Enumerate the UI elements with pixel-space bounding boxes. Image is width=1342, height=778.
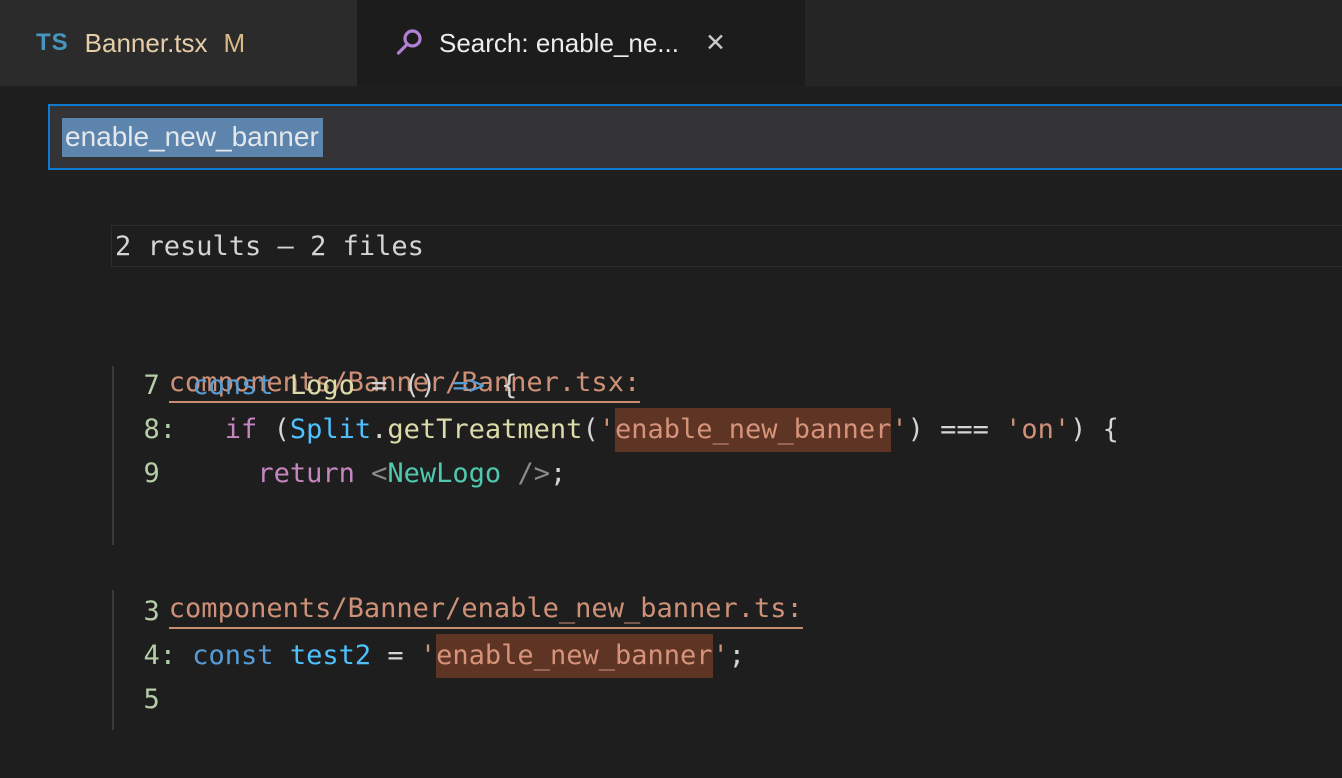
file-path-line: components/Banner/enable_new_banner.ts: [111, 546, 803, 590]
search-query-value: enable_new_banner [62, 118, 323, 157]
result-block-indent-guide [112, 590, 114, 730]
tab-bar: TS Banner.tsx M Search: enable_ne... ✕ [0, 0, 1342, 86]
file-path-link[interactable]: components/Banner/enable_new_banner.ts: [169, 591, 803, 629]
search-match-highlight: enable_new_banner [615, 408, 891, 452]
search-icon [393, 27, 425, 59]
tab-banner-tsx[interactable]: TS Banner.tsx M [0, 0, 357, 86]
code-line-match: 4: const test2 = 'enable_new_banner'; [111, 634, 803, 678]
git-modified-badge: M [224, 28, 246, 59]
results-summary-text: 2 results – 2 files [112, 231, 424, 262]
vscode-window: TS Banner.tsx M Search: enable_ne... ✕ e… [0, 0, 1342, 778]
result-block-indent-guide [112, 366, 114, 545]
file-path-line: components/Banner/Banner.tsx: [111, 320, 1119, 364]
tab-filename: Banner.tsx [85, 28, 208, 59]
close-icon[interactable]: ✕ [705, 28, 726, 58]
tab-search-editor[interactable]: Search: enable_ne... ✕ [357, 0, 805, 86]
code-line-match: 8: if (Split.getTreatment('enable_new_ba… [111, 408, 1119, 452]
search-query-input[interactable]: enable_new_banner [48, 104, 1342, 170]
results-summary-line: 2 results – 2 files [111, 225, 1342, 267]
file-result-block: components/Banner/enable_new_banner.ts: … [111, 546, 803, 722]
search-match-highlight: enable_new_banner [436, 634, 712, 678]
typescript-file-icon: TS [36, 29, 69, 57]
code-line-context: 9 return <NewLogo />; [111, 452, 1119, 496]
tab-search-label: Search: enable_ne... [439, 28, 679, 59]
file-result-block: components/Banner/Banner.tsx: 7 const Lo… [111, 320, 1119, 496]
code-line-context: 5 [111, 678, 803, 722]
